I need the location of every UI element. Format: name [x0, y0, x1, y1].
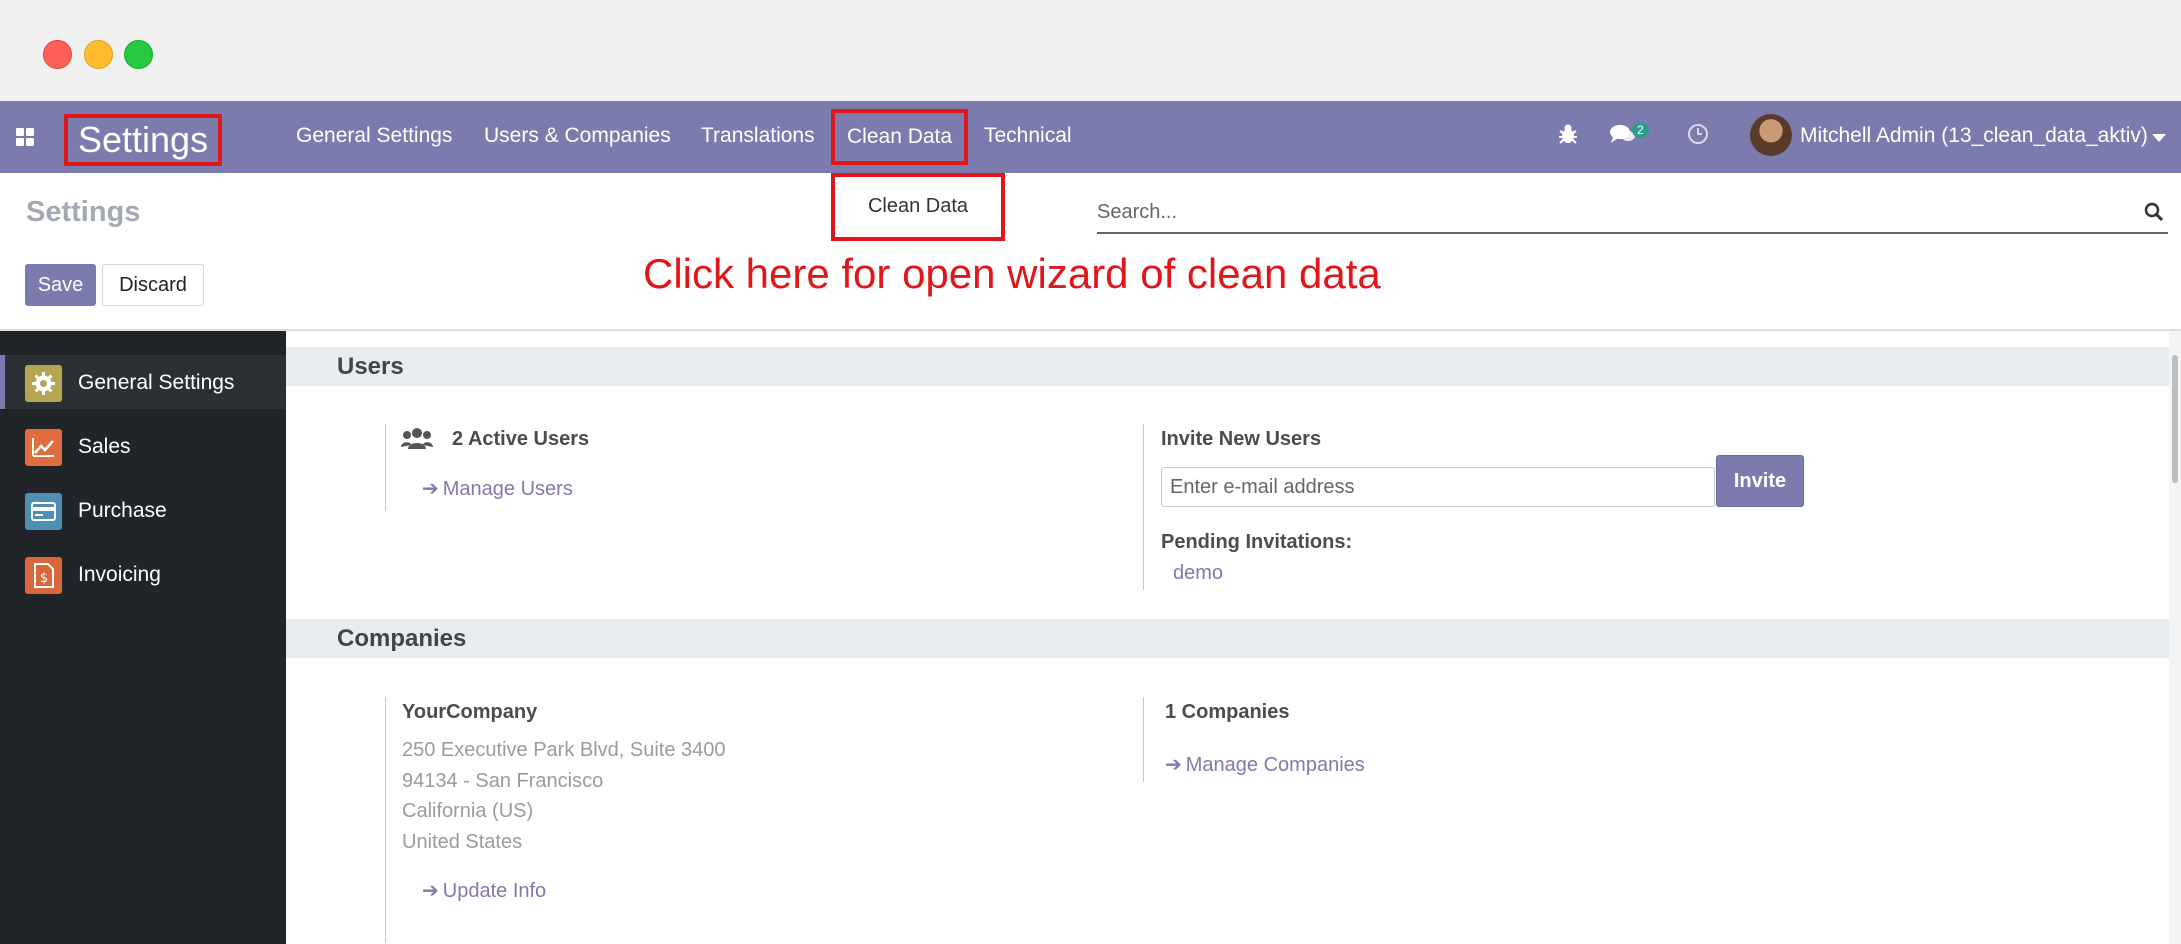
update-info-label: Update Info: [442, 880, 547, 902]
company-address-line: 94134 - San Francisco: [402, 770, 604, 792]
manage-companies-label: Manage Companies: [1185, 754, 1365, 776]
arrow-right-icon: ➔: [422, 880, 439, 902]
invoice-icon: $: [25, 557, 62, 594]
email-field[interactable]: [1161, 467, 1715, 507]
section-companies-heading: Companies: [286, 619, 2169, 658]
page-title: Settings: [26, 196, 141, 228]
clock-icon[interactable]: [1687, 123, 1709, 151]
users-icon: [401, 428, 433, 449]
save-button[interactable]: Save: [25, 264, 96, 306]
pending-invitation-link[interactable]: demo: [1173, 562, 1223, 585]
manage-users-link[interactable]: ➔ Manage Users: [422, 476, 573, 501]
search-icon[interactable]: [2144, 202, 2164, 222]
menu-general-settings[interactable]: General Settings: [296, 101, 452, 173]
divider: [385, 697, 386, 943]
window-titlebar: [0, 0, 2181, 101]
app-brand[interactable]: Settings: [64, 114, 222, 166]
scrollbar-thumb[interactable]: [2172, 355, 2178, 483]
menu-users-companies[interactable]: Users & Companies: [484, 101, 671, 173]
user-avatar[interactable]: [1750, 114, 1792, 156]
divider: [1143, 697, 1144, 782]
manage-users-label: Manage Users: [442, 478, 573, 500]
bug-icon[interactable]: [1558, 123, 1578, 151]
company-address-line: California (US): [402, 800, 534, 822]
divider: [1143, 424, 1144, 590]
invite-heading: Invite New Users: [1161, 428, 1322, 450]
company-address-line: United States: [402, 831, 523, 853]
discard-button[interactable]: Discard: [102, 264, 204, 306]
sidebar-item-sales[interactable]: Sales: [0, 419, 286, 473]
minimize-window-button[interactable]: [84, 40, 113, 69]
arrow-right-icon: ➔: [422, 478, 439, 500]
messages-badge: 2: [1632, 122, 1649, 138]
gear-icon: [25, 365, 62, 402]
update-info-link[interactable]: ➔ Update Info: [422, 878, 546, 903]
divider: [385, 424, 386, 511]
sidebar-item-label: Invoicing: [78, 563, 161, 586]
search-input[interactable]: [1097, 194, 2117, 230]
sidebar-item-general-settings[interactable]: General Settings: [0, 355, 286, 409]
pending-invitations-heading: Pending Invitations:: [1161, 531, 1353, 553]
section-users-heading: Users: [286, 347, 2169, 386]
manage-companies-link[interactable]: ➔ Manage Companies: [1165, 752, 1365, 777]
settings-sidebar: General Settings Sales Purchase $ Invoic…: [0, 331, 286, 944]
settings-content: Users 2 Active Users ➔ Manage Users Invit…: [286, 331, 2169, 944]
chart-icon: [25, 429, 62, 466]
sidebar-item-label: General Settings: [78, 371, 235, 394]
company-name: YourCompany: [402, 701, 538, 723]
user-menu[interactable]: Mitchell Admin (13_clean_data_aktiv): [1800, 101, 2148, 171]
menu-clean-data[interactable]: Clean Data: [831, 109, 969, 165]
maximize-window-button[interactable]: [124, 40, 153, 69]
close-window-button[interactable]: [43, 40, 72, 69]
menu-translations[interactable]: Translations: [701, 101, 815, 173]
menu-technical[interactable]: Technical: [984, 101, 1072, 173]
sidebar-item-invoicing[interactable]: $ Invoicing: [0, 547, 286, 601]
sidebar-item-label: Sales: [78, 435, 131, 458]
arrow-right-icon: ➔: [1165, 754, 1182, 776]
company-address-line: 250 Executive Park Blvd, Suite 3400: [402, 739, 726, 761]
chevron-down-icon[interactable]: [2152, 134, 2166, 142]
invite-button[interactable]: Invite: [1716, 455, 1804, 507]
active-users-count: 2 Active Users: [452, 428, 590, 450]
svg-text:$: $: [40, 571, 48, 586]
clean-data-dropdown-item[interactable]: Clean Data: [831, 173, 1005, 241]
sidebar-item-purchase[interactable]: Purchase: [0, 483, 286, 537]
companies-count: 1 Companies: [1165, 701, 1290, 723]
search-bar: [1097, 194, 2168, 234]
annotation-text: Click here for open wizard of clean data: [643, 250, 1381, 297]
main-navbar: Settings General Settings Users & Compan…: [0, 101, 2181, 173]
card-icon: [25, 493, 62, 530]
sidebar-item-label: Purchase: [78, 499, 167, 522]
apps-menu-icon[interactable]: [16, 128, 34, 146]
